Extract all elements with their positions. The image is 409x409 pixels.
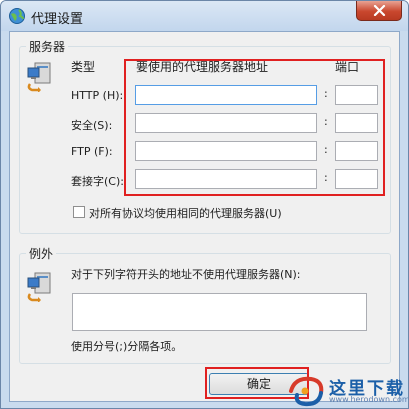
- socks-label: 套接字(C):: [71, 175, 124, 188]
- computer-icon: [27, 272, 51, 302]
- highlight-box: [124, 59, 385, 196]
- exceptions-group-title: 例外: [26, 245, 57, 262]
- secure-label: 安全(S):: [71, 119, 113, 132]
- exceptions-description: 对于下列字符开头的地址不使用代理服务器(N):: [71, 268, 301, 281]
- watermark-swirl-icon: [289, 376, 324, 407]
- watermark-url: www.herodown.com: [329, 395, 409, 404]
- http-label: HTTP (H):: [71, 89, 124, 102]
- network-globe-icon: [9, 8, 25, 24]
- proxy-settings-window: 代理设置 服务器 类型 要使用的代理服务器地址 端口 HTTP (H): : 安…: [0, 0, 409, 409]
- same-proxy-label[interactable]: 对所有协议均使用相同的代理服务器(U): [89, 205, 282, 221]
- exceptions-hint: 使用分号(;)分隔各项。: [71, 340, 183, 353]
- ftp-label: FTP (F):: [71, 145, 113, 158]
- dialog-body: 服务器 类型 要使用的代理服务器地址 端口 HTTP (H): : 安全(S):…: [9, 31, 400, 402]
- close-button[interactable]: [356, 1, 402, 21]
- type-column-header: 类型: [71, 60, 96, 74]
- window-title: 代理设置: [31, 12, 84, 27]
- same-proxy-checkbox[interactable]: [73, 206, 85, 218]
- watermark-logo: 这里下载 www.herodown.com: [281, 371, 409, 408]
- computer-icon: [27, 62, 51, 92]
- title-bar[interactable]: 代理设置: [1, 1, 408, 31]
- close-icon: [373, 5, 386, 16]
- exceptions-textarea[interactable]: [72, 293, 367, 331]
- servers-group-title: 服务器: [26, 38, 69, 55]
